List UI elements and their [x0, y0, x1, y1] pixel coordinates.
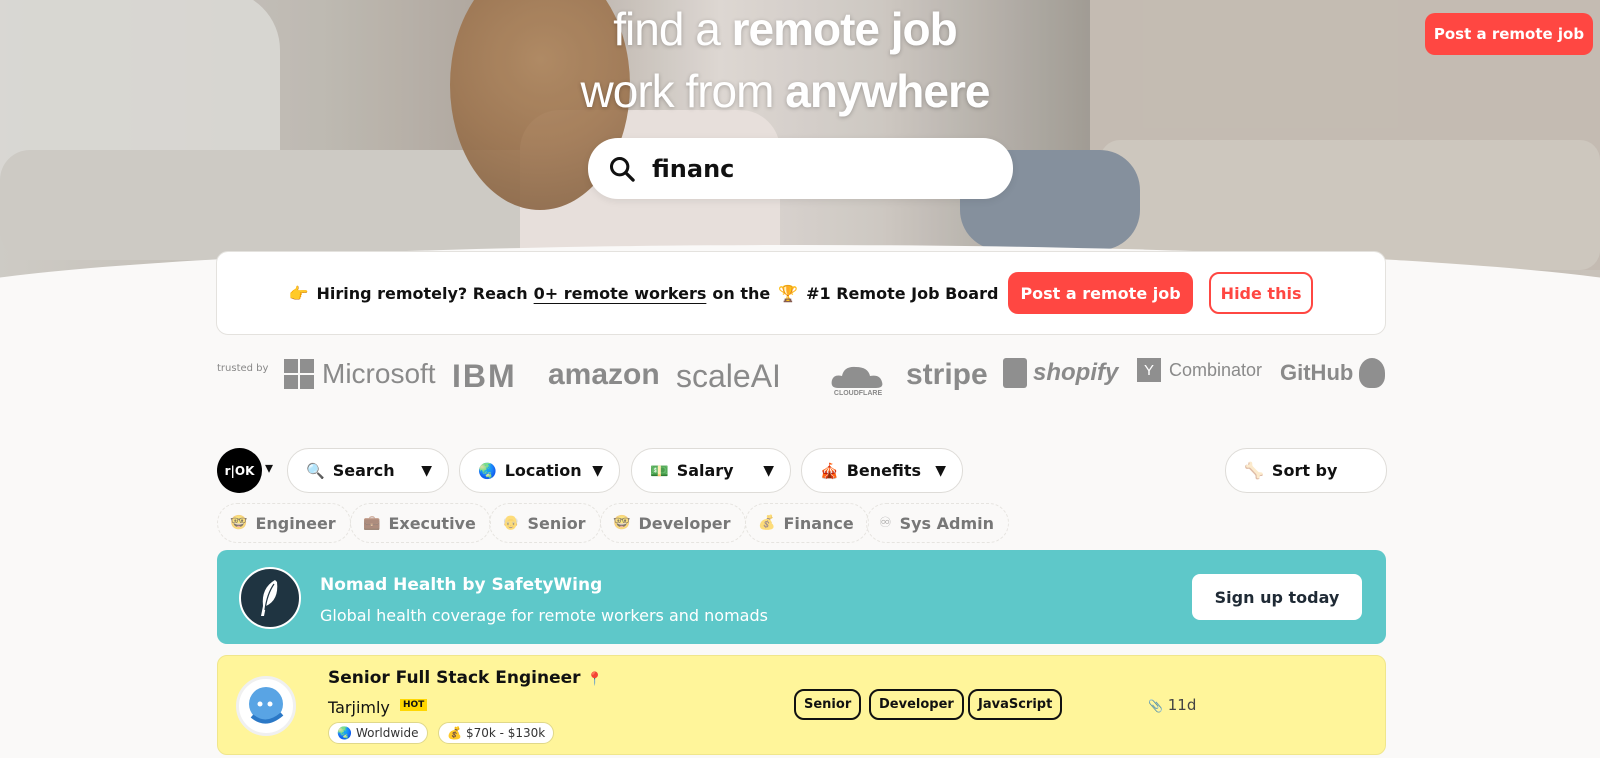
filter-label: Benefits: [846, 461, 922, 480]
job-age: 📎 11d: [1148, 696, 1197, 714]
circus-tent-icon: 🎪: [820, 461, 839, 480]
company-logo: [236, 676, 296, 736]
scaleai-logo: scaleAI: [676, 358, 781, 394]
promo-title: Nomad Health by SafetyWing: [320, 575, 603, 595]
job-title[interactable]: Senior Full Stack Engineer 📍: [328, 668, 603, 688]
microsoft-grid-icon: [284, 359, 314, 389]
octocat-icon: [1359, 358, 1386, 388]
globe-icon: 🌏: [337, 726, 352, 740]
filter-label: Search: [332, 461, 395, 480]
hot-badge: HOT: [400, 699, 428, 711]
pin-icon: 📍: [586, 672, 603, 687]
location-chip: 🌏 Worldwide: [328, 722, 428, 744]
job-row[interactable]: Senior Full Stack Engineer 📍 Tarjimly HO…: [217, 655, 1386, 755]
chevron-down-icon: ▼: [763, 462, 774, 479]
nerd-face-icon: 🤓: [230, 515, 248, 531]
search-icon: [609, 156, 635, 182]
infinity-icon: ♾: [879, 515, 892, 531]
headline-light: work from: [580, 65, 775, 117]
hiring-banner: 👉 Hiring remotely? Reach 0+ remote worke…: [216, 251, 1386, 335]
skill-tag[interactable]: Senior: [794, 689, 862, 720]
headline-bold: remote job: [731, 3, 958, 55]
feather-logo: [239, 567, 301, 629]
money-icon: 💵: [650, 461, 669, 480]
tag-engineer[interactable]: 🤓 Engineer: [217, 503, 351, 543]
avatar[interactable]: r|OK: [217, 448, 262, 493]
briefcase-icon: 💼: [363, 515, 381, 531]
post-job-button[interactable]: Post a remote job: [1008, 272, 1193, 314]
chevron-down-icon[interactable]: ▾: [265, 458, 273, 477]
ibm-logo: IBM: [452, 358, 517, 394]
feather-icon: [261, 580, 278, 616]
skill-tag[interactable]: Developer: [869, 689, 964, 720]
old-man-icon: 👴: [502, 515, 520, 531]
headline-line-1: find a remote job: [0, 2, 1585, 56]
search-input[interactable]: [652, 154, 982, 183]
nerd-face-icon: 🤓: [613, 515, 631, 531]
github-logo: GitHub: [1280, 358, 1386, 388]
ycombinator-logo: Y Combinator: [1137, 358, 1262, 382]
shopping-bag-icon: [1003, 358, 1027, 388]
money-bag-icon: 💰: [447, 726, 462, 740]
sort-label: Sort by: [1271, 461, 1338, 480]
filter-label: Salary: [676, 461, 734, 480]
trusted-by-label: trusted by: [217, 363, 269, 374]
y-square-icon: Y: [1137, 358, 1161, 382]
salary-chip: 💰 $70k - $130k: [438, 722, 555, 744]
hide-banner-button[interactable]: Hide this: [1208, 272, 1314, 314]
hiring-middle: on the: [712, 283, 771, 303]
paperclip-icon: 📎: [1148, 699, 1163, 713]
promo-subtitle: Global health coverage for remote worker…: [320, 606, 768, 625]
filter-benefits[interactable]: 🎪 Benefits ▼: [801, 448, 963, 493]
sign-up-button[interactable]: Sign up today: [1192, 574, 1362, 620]
tag-developer[interactable]: 🤓 Developer: [600, 503, 746, 543]
hiring-prefix: Hiring remotely? Reach: [316, 283, 528, 303]
money-bag-icon: 💰: [758, 515, 776, 531]
trophy-icon: 🏆: [778, 283, 799, 303]
amazon-logo: amazon: [548, 358, 660, 391]
chat-bubble-icon: [249, 687, 284, 724]
filter-location[interactable]: 🌏 Location ▼: [459, 448, 620, 493]
pointing-hand-icon: 👉: [288, 283, 309, 303]
filter-search[interactable]: 🔍 Search ▼: [287, 448, 449, 493]
filter-label: Location: [504, 461, 582, 480]
chevron-down-icon: ▼: [421, 462, 432, 479]
tag-sys-admin[interactable]: ♾ Sys Admin: [866, 503, 1009, 543]
post-job-button-top[interactable]: Post a remote job: [1425, 13, 1593, 55]
chevron-down-icon: ▼: [592, 462, 603, 479]
tag-finance[interactable]: 💰 Finance: [745, 503, 869, 543]
tag-executive[interactable]: 💼 Executive: [350, 503, 491, 543]
magnifier-icon: 🔍: [306, 461, 325, 480]
microsoft-logo: Microsoft: [284, 358, 436, 390]
tag-senior[interactable]: 👴 Senior: [489, 503, 601, 543]
safetywing-promo[interactable]: Nomad Health by SafetyWing Global health…: [217, 550, 1386, 644]
globe-icon: 🌏: [478, 461, 497, 480]
shopify-logo: shopify: [1003, 358, 1118, 388]
headline-bold: anywhere: [785, 65, 990, 117]
search-box[interactable]: [588, 138, 1013, 199]
cloudflare-logo: CLOUDFLARE: [830, 364, 886, 397]
headline-light: find a: [613, 3, 721, 55]
stripe-logo: stripe: [906, 358, 988, 391]
remote-workers-link[interactable]: 0+ remote workers: [534, 284, 707, 303]
headline-line-2: work from anywhere: [0, 64, 1585, 118]
filter-salary[interactable]: 💵 Salary ▼: [631, 448, 791, 493]
company-name: Tarjimly: [328, 698, 390, 717]
skill-tag[interactable]: JavaScript: [968, 689, 1063, 720]
cloud-icon: [831, 366, 883, 388]
hiring-suffix: #1 Remote Job Board: [806, 283, 999, 303]
sort-by-button[interactable]: 🦴 Sort by: [1225, 448, 1387, 493]
bone-icon: 🦴: [1244, 461, 1264, 480]
chevron-down-icon: ▼: [935, 462, 946, 479]
